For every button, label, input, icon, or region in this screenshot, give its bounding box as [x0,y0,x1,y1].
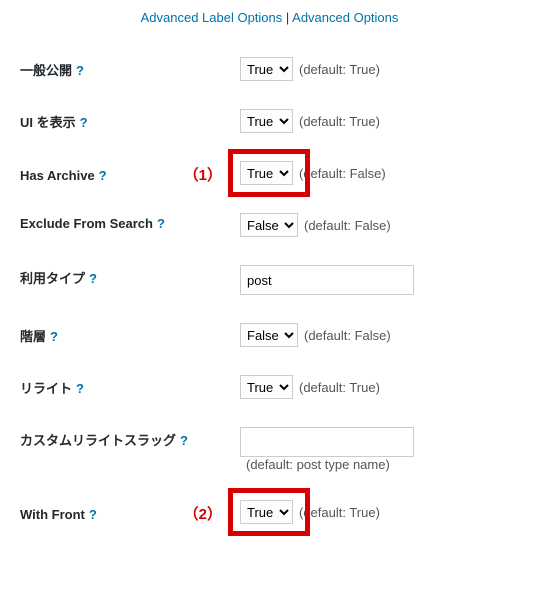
label-capability-type-text: 利用タイプ [20,268,85,287]
field-custom-slug: (default: post type name) [240,427,519,472]
hint-public: (default: True) [299,62,380,77]
label-exclude-search-text: Exclude From Search [20,216,153,231]
capability-type-input[interactable] [240,265,414,295]
hint-exclude-search: (default: False) [304,218,391,233]
row-capability-type: 利用タイプ ? [20,251,519,309]
link-separator: | [282,10,292,25]
label-rewrite-text: リライト [20,378,72,397]
label-show-ui-text: UI を表示 [20,112,76,131]
help-icon[interactable]: ? [99,168,107,183]
advanced-links: Advanced Label Options | Advanced Option… [20,10,519,25]
label-hierarchical-text: 階層 [20,326,46,345]
field-has-archive: True (default: False) [240,161,519,185]
field-with-front: True (default: True) [240,500,519,524]
row-hierarchical: 階層 ? False (default: False) [20,309,519,361]
field-exclude-search: False (default: False) [240,213,519,237]
row-rewrite: リライト ? True (default: True) [20,361,519,413]
row-show-ui: UI を表示 ? True (default: True) [20,95,519,147]
label-has-archive-text: Has Archive [20,168,95,183]
hierarchical-select[interactable]: False [240,323,298,347]
hint-rewrite: (default: True) [299,380,380,395]
help-icon[interactable]: ? [76,381,84,396]
row-with-front: With Front ? （2） True (default: True) [20,486,519,538]
field-capability-type [240,265,519,295]
hint-custom-slug: (default: post type name) [246,457,390,472]
annotation-2: （2） [184,503,222,524]
label-show-ui: UI を表示 ? [20,109,240,131]
hint-with-front: (default: True) [299,505,380,520]
public-select[interactable]: True [240,57,293,81]
custom-slug-input[interactable] [240,427,414,457]
advanced-options-link[interactable]: Advanced Options [292,10,398,25]
field-public: True (default: True) [240,57,519,81]
label-with-front-text: With Front [20,507,85,522]
hint-has-archive: (default: False) [299,166,386,181]
help-icon[interactable]: ? [180,433,188,448]
help-icon[interactable]: ? [157,216,165,231]
help-icon[interactable]: ? [80,115,88,130]
row-public: 一般公開 ? True (default: True) [20,43,519,95]
label-with-front: With Front ? （2） [20,500,240,524]
show-ui-select[interactable]: True [240,109,293,133]
help-icon[interactable]: ? [89,271,97,286]
field-rewrite: True (default: True) [240,375,519,399]
label-public-text: 一般公開 [20,60,72,79]
rewrite-select[interactable]: True [240,375,293,399]
label-capability-type: 利用タイプ ? [20,265,240,287]
field-hierarchical: False (default: False) [240,323,519,347]
help-icon[interactable]: ? [89,507,97,522]
hint-show-ui: (default: True) [299,114,380,129]
annotation-1: （1） [184,164,222,185]
label-has-archive: Has Archive ? （1） [20,161,240,185]
row-exclude-search: Exclude From Search ? False (default: Fa… [20,199,519,251]
label-exclude-search: Exclude From Search ? [20,213,240,231]
row-custom-slug: カスタムリライトスラッグ ? (default: post type name) [20,413,519,486]
has-archive-select[interactable]: True [240,161,293,185]
help-icon[interactable]: ? [76,63,84,78]
advanced-label-options-link[interactable]: Advanced Label Options [141,10,283,25]
label-rewrite: リライト ? [20,375,240,397]
label-custom-slug-text: カスタムリライトスラッグ [20,430,176,449]
with-front-select[interactable]: True [240,500,293,524]
label-public: 一般公開 ? [20,57,240,79]
hint-hierarchical: (default: False) [304,328,391,343]
help-icon[interactable]: ? [50,329,58,344]
label-custom-slug: カスタムリライトスラッグ ? [20,427,240,449]
exclude-search-select[interactable]: False [240,213,298,237]
label-hierarchical: 階層 ? [20,323,240,345]
field-show-ui: True (default: True) [240,109,519,133]
row-has-archive: Has Archive ? （1） True (default: False) [20,147,519,199]
